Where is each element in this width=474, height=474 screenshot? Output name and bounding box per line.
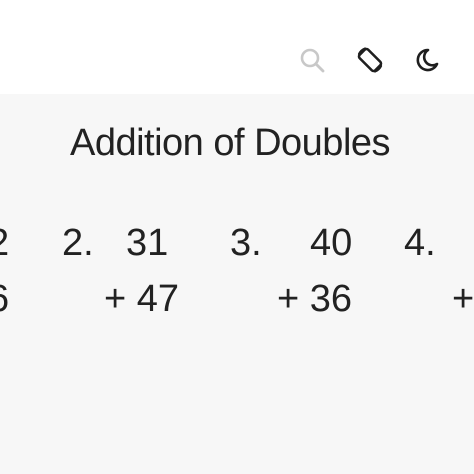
problem-2-label: 2. bbox=[62, 222, 94, 264]
partial-problem-left-bottom: 6 bbox=[0, 278, 9, 321]
screen-rotation-icon[interactable] bbox=[354, 44, 386, 76]
search-icon[interactable] bbox=[296, 44, 328, 76]
problem-2-top-operand: 31 bbox=[126, 222, 169, 264]
problem-3-top-operand: 40 bbox=[310, 222, 353, 264]
top-toolbar bbox=[0, 0, 474, 94]
problem-4-label: 4. bbox=[404, 222, 436, 264]
partial-problem-right-bottom: + bbox=[452, 278, 474, 320]
problem-3-label: 3. bbox=[230, 222, 262, 264]
worksheet-content: Addition of Doubles 2 2. 31 3. 40 4. 6 +… bbox=[0, 94, 474, 474]
partial-problem-left-top: 2 bbox=[0, 222, 9, 265]
problem-3-bottom-operand: + 36 bbox=[277, 278, 353, 320]
problem-2-bottom-operand: + 47 bbox=[104, 278, 180, 320]
worksheet-title: Addition of Doubles bbox=[69, 122, 391, 164]
dark-mode-moon-icon[interactable] bbox=[411, 44, 443, 76]
